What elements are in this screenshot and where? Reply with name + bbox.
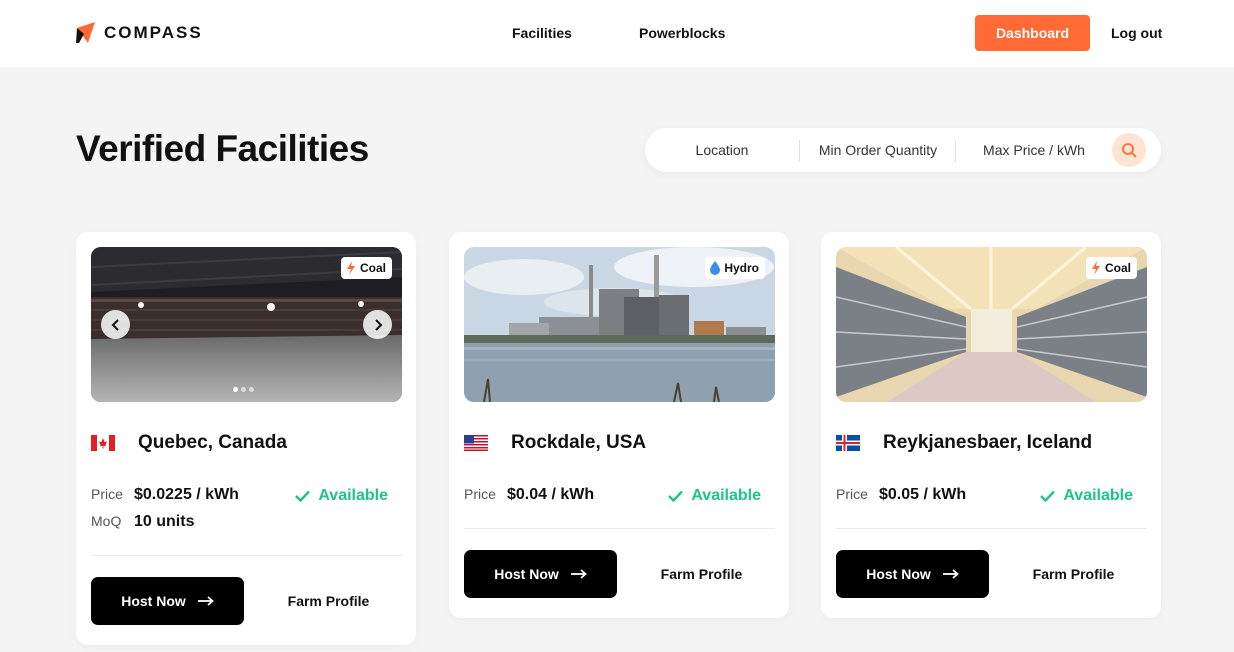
brand-name: COMPASS bbox=[104, 23, 203, 42]
facility-card: Coal Reykjanesbaer, Iceland Price $0.05 … bbox=[821, 232, 1161, 618]
checkmark-icon bbox=[295, 490, 311, 502]
facility-card: Coal Quebec, Canada Price $0.0225 / kWh … bbox=[76, 232, 416, 645]
facility-image-carousel[interactable]: Coal bbox=[91, 247, 402, 402]
usa-flag-icon bbox=[464, 435, 488, 451]
farm-profile-link[interactable]: Farm Profile bbox=[1006, 550, 1141, 598]
availability-status: Available bbox=[668, 487, 761, 505]
price-row: Price $0.05 / kWh bbox=[836, 486, 966, 504]
nav-powerblocks[interactable]: Powerblocks bbox=[639, 25, 725, 41]
availability-status: Available bbox=[295, 487, 388, 505]
compass-logo-icon bbox=[76, 22, 95, 43]
energy-type-label: Coal bbox=[1104, 261, 1131, 275]
facility-location: Quebec, Canada bbox=[91, 432, 287, 454]
search-divider bbox=[799, 140, 800, 162]
iceland-flag-icon bbox=[836, 435, 860, 451]
location-filter[interactable]: Location bbox=[645, 128, 799, 172]
facility-location: Reykjanesbaer, Iceland bbox=[836, 432, 1092, 454]
energy-type-badge: Coal bbox=[1085, 257, 1137, 279]
arrow-right-icon bbox=[942, 569, 959, 579]
search-divider bbox=[955, 140, 956, 162]
lightning-bolt-icon bbox=[346, 261, 355, 275]
price-value: $0.0225 / kWh bbox=[134, 486, 239, 503]
host-now-label: Host Now bbox=[494, 566, 559, 582]
checkmark-icon bbox=[1040, 490, 1056, 502]
price-value: $0.04 / kWh bbox=[507, 486, 595, 503]
chevron-left-icon bbox=[111, 318, 119, 331]
farm-profile-link[interactable]: Farm Profile bbox=[634, 550, 769, 598]
logout-link[interactable]: Log out bbox=[1111, 25, 1162, 41]
host-now-button[interactable]: Host Now bbox=[464, 550, 617, 598]
price-label: Price bbox=[91, 486, 123, 502]
top-navbar: COMPASS Facilities Powerblocks Dashboard… bbox=[0, 0, 1234, 67]
nav-facilities[interactable]: Facilities bbox=[512, 25, 572, 41]
carousel-dot[interactable] bbox=[249, 387, 254, 392]
moq-row: MoQ 10 units bbox=[91, 513, 194, 531]
card-divider bbox=[836, 528, 1147, 529]
carousel-next-button[interactable] bbox=[363, 310, 392, 339]
host-now-button[interactable]: Host Now bbox=[91, 577, 244, 625]
carousel-dot[interactable] bbox=[233, 387, 238, 392]
price-value: $0.05 / kWh bbox=[879, 486, 967, 503]
card-divider bbox=[464, 528, 775, 529]
facility-image[interactable]: Hydro bbox=[464, 247, 775, 402]
facility-location: Rockdale, USA bbox=[464, 432, 646, 454]
card-divider bbox=[91, 555, 402, 556]
arrow-right-icon bbox=[197, 596, 214, 606]
facility-location-name: Reykjanesbaer, Iceland bbox=[883, 432, 1093, 453]
energy-type-badge: Hydro bbox=[705, 257, 765, 279]
availability-label: Available bbox=[1063, 487, 1133, 504]
max-price-filter[interactable]: Max Price / kWh bbox=[957, 128, 1111, 172]
energy-type-label: Coal bbox=[359, 261, 386, 275]
brand-logo[interactable]: COMPASS bbox=[76, 22, 203, 44]
search-icon bbox=[1122, 143, 1137, 158]
price-row: Price $0.0225 / kWh bbox=[91, 486, 239, 504]
facility-search-bar: Location Min Order Quantity Max Price / … bbox=[645, 128, 1161, 172]
price-row: Price $0.04 / kWh bbox=[464, 486, 594, 504]
moq-label: MoQ bbox=[91, 513, 122, 529]
canada-flag-icon bbox=[91, 435, 115, 451]
energy-type-badge: Coal bbox=[340, 257, 392, 279]
host-now-button[interactable]: Host Now bbox=[836, 550, 989, 598]
facility-location-name: Rockdale, USA bbox=[511, 432, 647, 453]
farm-profile-link[interactable]: Farm Profile bbox=[261, 577, 396, 625]
facility-card: Hydro Rockdale, USA Price $0.04 / kWh Av… bbox=[449, 232, 789, 618]
moq-value: 10 units bbox=[134, 513, 195, 530]
price-label: Price bbox=[464, 486, 496, 502]
chevron-right-icon bbox=[374, 318, 382, 331]
host-now-label: Host Now bbox=[866, 566, 931, 582]
availability-status: Available bbox=[1040, 487, 1133, 505]
carousel-dot[interactable] bbox=[241, 387, 246, 392]
facility-location-name: Quebec, Canada bbox=[138, 432, 287, 453]
availability-label: Available bbox=[691, 487, 761, 504]
search-button[interactable] bbox=[1112, 133, 1146, 167]
energy-type-label: Hydro bbox=[724, 261, 759, 275]
availability-label: Available bbox=[318, 487, 388, 504]
carousel-prev-button[interactable] bbox=[101, 310, 130, 339]
price-label: Price bbox=[836, 486, 868, 502]
carousel-dots bbox=[233, 387, 254, 392]
checkmark-icon bbox=[668, 490, 684, 502]
lightning-bolt-icon bbox=[1091, 261, 1100, 275]
min-order-quantity-filter[interactable]: Min Order Quantity bbox=[805, 128, 951, 172]
page-title: Verified Facilities bbox=[76, 128, 369, 169]
host-now-label: Host Now bbox=[121, 593, 186, 609]
water-drop-icon bbox=[710, 261, 721, 275]
facility-image[interactable]: Coal bbox=[836, 247, 1147, 402]
arrow-right-icon bbox=[570, 569, 587, 579]
dashboard-button[interactable]: Dashboard bbox=[975, 15, 1090, 51]
